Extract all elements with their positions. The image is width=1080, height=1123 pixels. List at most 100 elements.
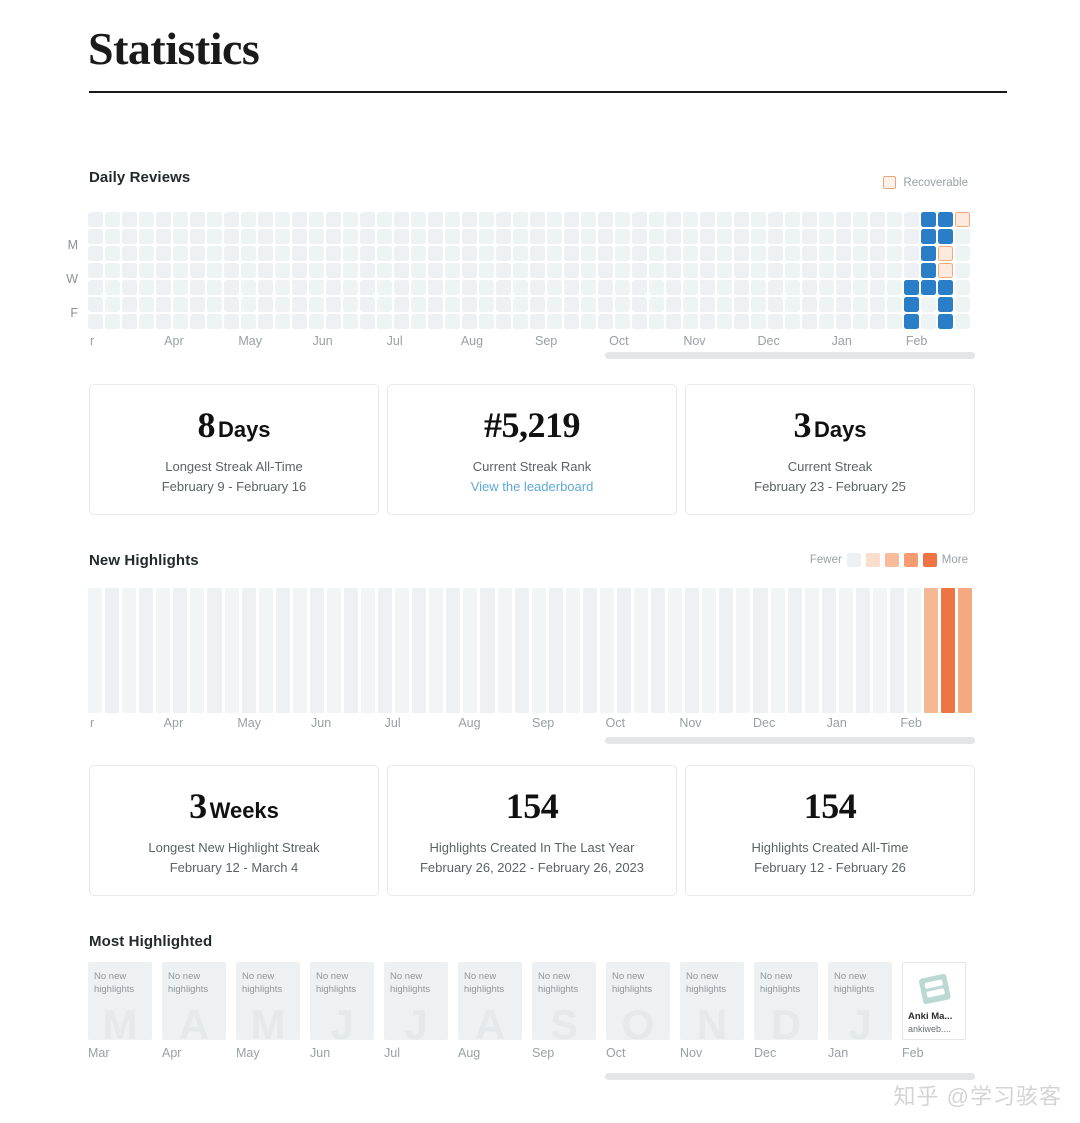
heatmap-cell[interactable] xyxy=(360,229,375,244)
heatmap-cell[interactable] xyxy=(547,263,562,278)
heatmap-cell[interactable] xyxy=(768,263,783,278)
heatmap-cell[interactable] xyxy=(734,314,749,329)
heatmap-cell[interactable] xyxy=(802,229,817,244)
heatmap-cell[interactable] xyxy=(870,297,885,312)
heatmap-cell[interactable] xyxy=(190,263,205,278)
heatmap-cell[interactable] xyxy=(445,297,460,312)
heatmap-cell[interactable] xyxy=(683,263,698,278)
heatmap-cell[interactable] xyxy=(649,280,664,295)
highlight-bar[interactable] xyxy=(122,588,137,713)
heatmap-cell[interactable] xyxy=(581,280,596,295)
heatmap-cell[interactable] xyxy=(547,280,562,295)
most-highlighted-item[interactable]: No new highlights N Nov xyxy=(680,962,744,1082)
heatmap-cell[interactable] xyxy=(258,280,273,295)
most-highlighted-item[interactable]: No new highlights D Dec xyxy=(754,962,818,1082)
heatmap-cell[interactable] xyxy=(717,314,732,329)
heatmap-cell[interactable] xyxy=(224,229,239,244)
heatmap-cell[interactable] xyxy=(870,314,885,329)
heatmap-cell[interactable] xyxy=(309,314,324,329)
heatmap-cell[interactable] xyxy=(649,263,664,278)
new-highlights-scrollbar[interactable] xyxy=(605,737,975,744)
heatmap-cell[interactable] xyxy=(870,212,885,227)
heatmap-cell[interactable] xyxy=(615,263,630,278)
heatmap-cell[interactable] xyxy=(666,212,681,227)
heatmap-cell[interactable] xyxy=(275,297,290,312)
heatmap-cell[interactable] xyxy=(258,246,273,261)
heatmap-cell[interactable] xyxy=(836,314,851,329)
heatmap-cell[interactable] xyxy=(207,314,222,329)
heatmap-cell[interactable] xyxy=(207,229,222,244)
highlight-bar[interactable] xyxy=(582,588,597,713)
highlight-bar[interactable] xyxy=(907,588,922,713)
heatmap-cell[interactable] xyxy=(411,280,426,295)
heatmap-cell[interactable] xyxy=(649,212,664,227)
heatmap-cell[interactable] xyxy=(785,212,800,227)
heatmap-cell[interactable] xyxy=(173,297,188,312)
heatmap-cell[interactable] xyxy=(326,212,341,227)
heatmap-cell[interactable] xyxy=(377,246,392,261)
new-highlights-chart[interactable]: r Apr May Jun Jul Aug Sep Oct Nov Dec Jan Feb xyxy=(88,588,978,738)
highlight-bar[interactable] xyxy=(224,588,239,713)
heatmap-cell[interactable] xyxy=(258,212,273,227)
heatmap-cell[interactable] xyxy=(462,297,477,312)
heatmap-cell[interactable] xyxy=(632,263,647,278)
heatmap-cell[interactable] xyxy=(700,314,715,329)
heatmap-cell[interactable] xyxy=(768,229,783,244)
heatmap-cell[interactable] xyxy=(530,280,545,295)
highlight-bar[interactable] xyxy=(446,588,461,713)
most-highlighted-item[interactable]: No new highlights S Sep xyxy=(532,962,596,1082)
highlight-bar[interactable] xyxy=(173,588,188,713)
heatmap-cell[interactable] xyxy=(241,212,256,227)
heatmap-cell[interactable] xyxy=(241,263,256,278)
heatmap-cell[interactable] xyxy=(122,280,137,295)
heatmap-cell[interactable] xyxy=(88,263,103,278)
heatmap-cell[interactable] xyxy=(258,297,273,312)
heatmap-cell[interactable] xyxy=(836,229,851,244)
heatmap-cell[interactable] xyxy=(88,229,103,244)
heatmap-cell[interactable] xyxy=(802,246,817,261)
heatmap-cell[interactable] xyxy=(598,212,613,227)
heatmap-cell[interactable] xyxy=(445,229,460,244)
highlight-bar[interactable] xyxy=(685,588,700,713)
heatmap-cell[interactable] xyxy=(598,246,613,261)
heatmap-cell[interactable] xyxy=(377,229,392,244)
heatmap-cell[interactable] xyxy=(717,263,732,278)
heatmap-cell[interactable] xyxy=(326,246,341,261)
heatmap-cell[interactable] xyxy=(275,314,290,329)
highlight-bar[interactable] xyxy=(207,588,222,713)
heatmap-cell[interactable] xyxy=(649,246,664,261)
empty-month-card[interactable]: No new highlights J xyxy=(310,962,374,1040)
most-highlighted-list[interactable]: No new highlights M Mar No new highlights A A… xyxy=(88,962,978,1082)
heatmap-cell[interactable] xyxy=(598,280,613,295)
heatmap-cell[interactable] xyxy=(564,229,579,244)
heatmap-cell[interactable] xyxy=(887,280,902,295)
heatmap-cell[interactable] xyxy=(207,212,222,227)
highlight-bar[interactable] xyxy=(514,588,529,713)
heatmap-cell[interactable] xyxy=(445,280,460,295)
heatmap-cell[interactable] xyxy=(853,263,868,278)
heatmap-cell[interactable] xyxy=(190,246,205,261)
heatmap-cell[interactable] xyxy=(428,314,443,329)
heatmap-cell[interactable] xyxy=(785,280,800,295)
heatmap-cell[interactable] xyxy=(802,280,817,295)
heatmap-cell[interactable] xyxy=(530,263,545,278)
heatmap-cell[interactable] xyxy=(717,297,732,312)
heatmap-cell[interactable] xyxy=(819,212,834,227)
heatmap-cell[interactable] xyxy=(377,314,392,329)
heatmap-cell[interactable] xyxy=(632,246,647,261)
heatmap-cell[interactable] xyxy=(564,246,579,261)
heatmap-cell[interactable] xyxy=(394,297,409,312)
heatmap-cell[interactable] xyxy=(836,246,851,261)
heatmap-cell[interactable] xyxy=(275,280,290,295)
heatmap-cell[interactable] xyxy=(292,212,307,227)
heatmap-cell[interactable] xyxy=(700,280,715,295)
heatmap-cell[interactable] xyxy=(207,246,222,261)
heatmap-cell[interactable] xyxy=(666,229,681,244)
heatmap-cell[interactable] xyxy=(887,314,902,329)
heatmap-cell[interactable] xyxy=(768,246,783,261)
heatmap-cell[interactable] xyxy=(105,246,120,261)
heatmap-cell[interactable] xyxy=(496,280,511,295)
heatmap-cell[interactable] xyxy=(139,263,154,278)
heatmap-cell[interactable] xyxy=(904,212,919,227)
most-highlighted-item[interactable]: No new highlights A Apr xyxy=(162,962,226,1082)
